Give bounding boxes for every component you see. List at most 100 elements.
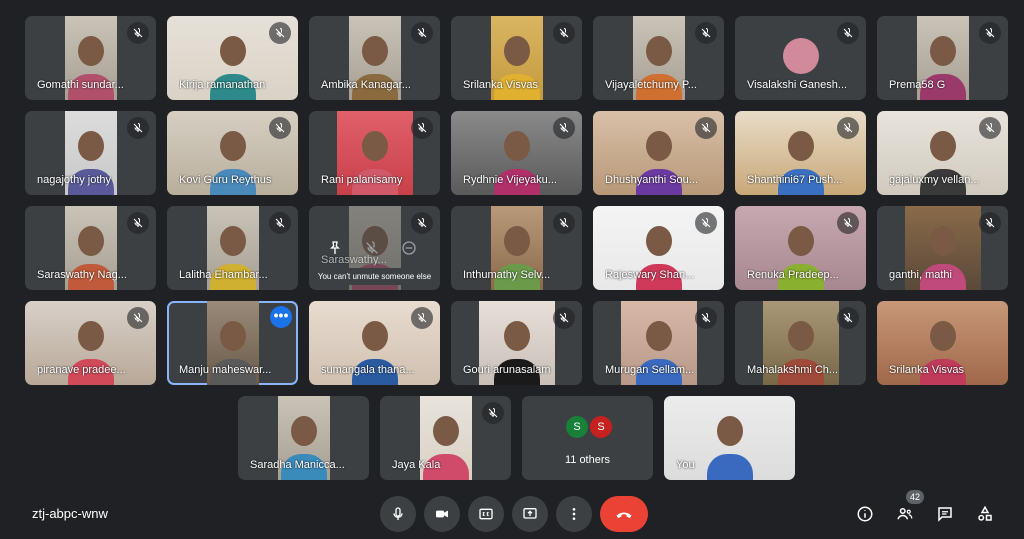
participant-name: Renuka Pradeep... — [747, 269, 839, 281]
participant-tile[interactable]: Ambika Kanagar... — [309, 16, 440, 100]
participant-name: Ambika Kanagar... — [321, 79, 411, 91]
people-button[interactable] — [893, 502, 917, 526]
meeting-details-button[interactable] — [853, 502, 877, 526]
participant-tile[interactable]: Lalitha Ehambar... — [167, 206, 298, 290]
people-icon — [897, 508, 913, 520]
mic-off-icon — [411, 117, 433, 139]
mic-off-icon — [411, 307, 433, 329]
mic-off-icon — [979, 22, 1001, 44]
participant-name: Gomathi sundar... — [37, 79, 124, 91]
mic-off-icon — [553, 117, 575, 139]
participant-tile[interactable]: Rani palanisamy — [309, 111, 440, 195]
avatar: S — [590, 416, 612, 438]
participant-tile[interactable]: Srilanka Visvas — [451, 16, 582, 100]
participant-name: Saraswathy... — [321, 254, 387, 266]
chat-icon — [938, 507, 952, 522]
leave-call-button[interactable] — [600, 496, 648, 532]
participant-tile[interactable]: Shanthini67 Push... — [735, 111, 866, 195]
participant-tile[interactable]: Mahalakshmi Ch... — [735, 301, 866, 385]
info-icon — [857, 506, 873, 522]
mic-off-icon — [553, 212, 575, 234]
participant-name: piranave pradee... — [37, 364, 126, 376]
participant-tile[interactable]: Rajeswary Shan... — [593, 206, 724, 290]
participant-tile[interactable]: Kirija ramanathan — [167, 16, 298, 100]
meeting-code: ztj-abpc-wnw — [32, 506, 108, 521]
participant-tile[interactable]: Vijayaletchumy P... — [593, 16, 724, 100]
participant-name: You — [676, 459, 695, 471]
participant-name: nagajothy jothy — [37, 174, 111, 186]
mic-off-icon — [837, 212, 859, 234]
participant-name: Rani palanisamy — [321, 174, 403, 186]
mic-off-icon — [127, 22, 149, 44]
participant-tile[interactable]: ganthi, mathi — [877, 206, 1008, 290]
mic-off-icon — [837, 307, 859, 329]
participant-tile[interactable]: Visalakshi Ganesh... — [735, 16, 866, 100]
participant-tile[interactable]: sumangala thana... — [309, 301, 440, 385]
participant-tile[interactable]: Gouri arunasalam — [451, 301, 582, 385]
participant-tile[interactable]: Saraswathy Nag... — [25, 206, 156, 290]
participant-tile[interactable]: Saradha Manicca... — [238, 396, 369, 480]
participant-tile-selected[interactable]: ••• Manju maheswar... — [167, 301, 298, 385]
participant-name: Srilanka Visvas — [463, 79, 538, 91]
participant-name: ganthi, mathi — [889, 269, 952, 281]
participant-tile[interactable]: Rydhnie Vijeyaku... — [451, 111, 582, 195]
participant-tile[interactable]: gajaluxmy vellan... — [877, 111, 1008, 195]
participant-name: Shanthini67 Push... — [747, 174, 843, 186]
mic-icon — [393, 507, 403, 520]
participant-name: Dhushyanthi Sou... — [605, 174, 698, 186]
self-tile[interactable]: You — [664, 396, 795, 480]
activities-button[interactable] — [973, 502, 997, 526]
mic-button[interactable] — [380, 496, 416, 532]
participant-tile[interactable]: Dhushyanthi Sou... — [593, 111, 724, 195]
participant-name: gajaluxmy vellan... — [889, 174, 980, 186]
participant-name: Saraswathy Nag... — [37, 269, 127, 281]
tooltip: You can't unmute someone else — [309, 268, 440, 285]
participant-grid: Gomathi sundar... Kirija ramanathan Ambi… — [0, 0, 1024, 490]
mic-off-icon — [837, 117, 859, 139]
others-tile[interactable]: S S 11 others — [522, 396, 653, 480]
mic-off-icon — [553, 22, 575, 44]
participant-name: Srilanka Visvas — [889, 364, 964, 376]
more-options-button[interactable] — [556, 496, 592, 532]
participant-tile[interactable]: Jaya Kala — [380, 396, 511, 480]
participant-name: Vijayaletchumy P... — [605, 79, 697, 91]
mic-off-icon — [482, 402, 504, 424]
participant-name: Jaya Kala — [392, 459, 441, 471]
chat-button[interactable] — [933, 502, 957, 526]
mic-off-icon — [411, 212, 433, 234]
videocam-icon — [436, 510, 448, 518]
participant-name: Visalakshi Ganesh... — [747, 79, 848, 91]
others-count: 11 others — [564, 454, 611, 466]
participant-tile[interactable]: piranave pradee... — [25, 301, 156, 385]
participant-tile[interactable]: Kovi Guru Reythus — [167, 111, 298, 195]
participant-tile[interactable]: Inthumathy Selv... — [451, 206, 582, 290]
participant-tile[interactable]: Srilanka Visvas — [877, 301, 1008, 385]
present-icon — [523, 508, 537, 519]
mic-off-icon — [695, 307, 717, 329]
participant-tile[interactable]: Gomathi sundar... — [25, 16, 156, 100]
avatar — [782, 38, 819, 74]
participant-name: Saradha Manicca... — [250, 459, 345, 471]
captions-icon — [479, 508, 493, 520]
camera-button[interactable] — [424, 496, 460, 532]
participant-tile[interactable]: Prema58 G — [877, 16, 1008, 100]
more-options-icon[interactable]: ••• — [270, 306, 292, 328]
participant-name: Lalitha Ehambar... — [179, 269, 268, 281]
mic-off-icon — [695, 22, 717, 44]
mic-off-icon — [269, 212, 291, 234]
participant-name: sumangala thana... — [321, 364, 415, 376]
participant-name: Mahalakshmi Ch... — [747, 364, 839, 376]
participant-name: Manju maheswar... — [179, 364, 272, 376]
participant-name: Murugan Sellam... — [605, 364, 695, 376]
participant-tile[interactable]: Murugan Sellam... — [593, 301, 724, 385]
mic-off-icon — [127, 117, 149, 139]
people-count-badge: 42 — [906, 490, 924, 504]
mic-off-icon — [979, 212, 1001, 234]
participant-tile[interactable]: nagajothy jothy — [25, 111, 156, 195]
activities-icon — [978, 505, 992, 521]
participant-name: Rydhnie Vijeyaku... — [463, 174, 557, 186]
participant-tile[interactable]: Renuka Pradeep... — [735, 206, 866, 290]
participant-name: Inthumathy Selv... — [463, 269, 551, 281]
captions-button[interactable] — [468, 496, 504, 532]
present-button[interactable] — [512, 496, 548, 532]
